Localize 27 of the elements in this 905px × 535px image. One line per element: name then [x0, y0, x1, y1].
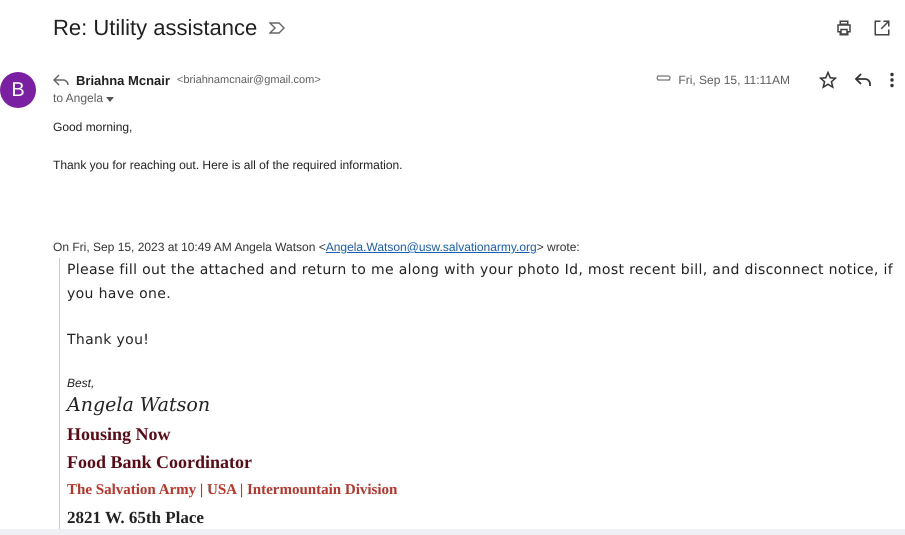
sender-name: Briahna Mcnair	[76, 72, 170, 88]
signature-line: Food Bank Coordinator	[67, 451, 254, 474]
caret-icon	[106, 97, 114, 102]
reply-icon	[53, 74, 69, 86]
quoted-paragraph: Please fill out the attached and return to me along with your photo Id, most recent bill, and disconnect notice, if you have one.	[67, 261, 894, 304]
signature-line: The Salvation Army | USA | Intermountain Division	[67, 481, 398, 500]
email-paragraph: Good morning,	[53, 120, 134, 134]
quote-intro: On Fri, Sep 15, 2023 at 10:49 AM Angela Watson <	[53, 240, 326, 254]
quoted-paragraph: Thank you!	[67, 331, 150, 350]
sender-avatar[interactable]: B	[0, 72, 36, 108]
signature-name: Angela Watson	[67, 394, 212, 416]
closing-text: Best,	[67, 376, 96, 390]
recipient-dropdown[interactable]: to Angela	[53, 91, 895, 105]
open-in-new-window-icon[interactable]	[873, 19, 891, 37]
email-paragraph: Thank you for reaching out. Here is all of the required information.	[53, 158, 404, 172]
importance-marker-icon[interactable]	[269, 22, 286, 34]
email-link[interactable]: Angela.Watson@usw.salvationarmy.org	[326, 240, 537, 254]
message-date: Fri, Sep 15, 11:11AM	[678, 73, 790, 87]
signature-line: Housing Now	[67, 423, 172, 446]
quote-intro: > wrote:	[536, 240, 580, 254]
print-icon[interactable]	[835, 19, 853, 37]
signature-line: 2821 W. 65th Place	[67, 507, 205, 529]
star-icon[interactable]	[819, 71, 837, 89]
email-subject: Re: Utility assistance	[53, 15, 258, 41]
sender-email: <briahnamcnair@gmail.com>	[176, 74, 321, 86]
more-options-icon[interactable]	[889, 72, 895, 88]
reply-icon[interactable]	[854, 72, 872, 88]
